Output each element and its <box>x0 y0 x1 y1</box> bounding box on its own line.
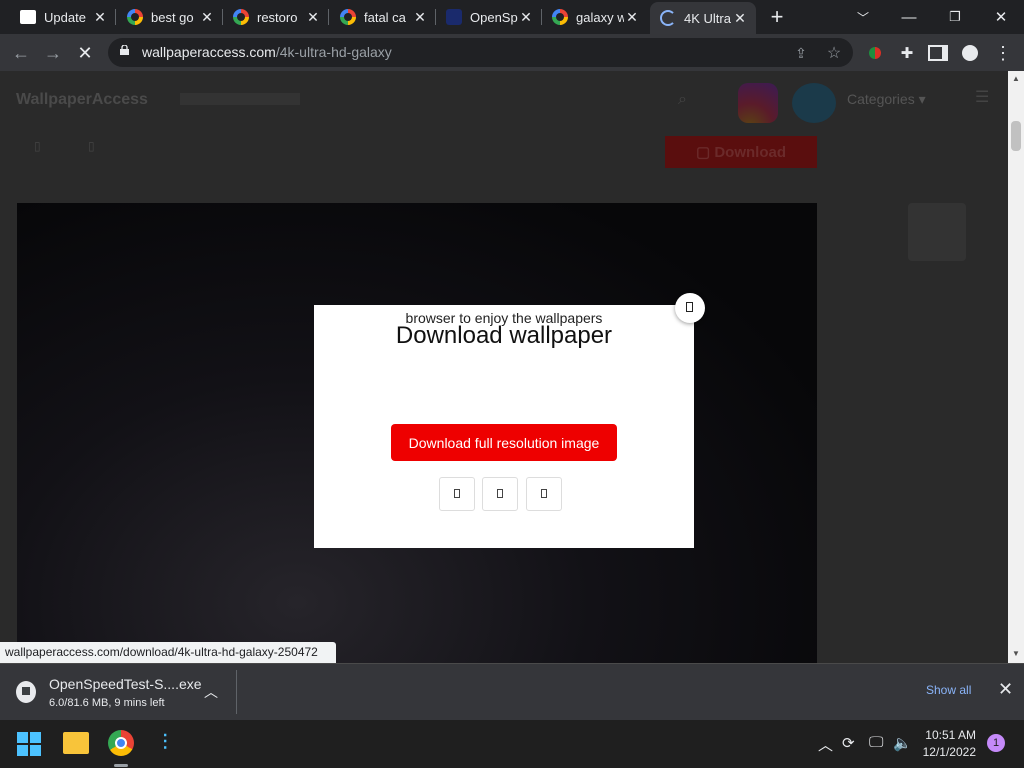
lock-icon <box>120 45 129 55</box>
notification-badge[interactable]: 1 <box>987 734 1005 752</box>
back-arrow-icon[interactable]: ← <box>8 40 34 66</box>
bookmark-star-icon[interactable]: ☆ <box>821 40 847 66</box>
share-button[interactable] <box>526 477 562 511</box>
close-icon <box>686 302 693 312</box>
minimize-icon[interactable]: — <box>886 0 932 34</box>
clock-date[interactable]: 12/1/2022 <box>920 745 976 759</box>
share-icon <box>454 489 460 498</box>
twitter-icon[interactable] <box>792 83 836 123</box>
tab-fatal-ca[interactable]: fatal ca ✕ <box>330 0 436 34</box>
extensions-puzzle-icon[interactable]: ✚ <box>894 40 920 66</box>
close-tab-icon[interactable]: ✕ <box>732 10 748 27</box>
loading-spinner-icon <box>660 10 676 26</box>
volume-icon[interactable]: 🔈 <box>893 734 912 752</box>
openspeedtest-favicon-icon <box>446 9 462 25</box>
tray-chevron-up-icon[interactable]: ︿ <box>818 734 833 755</box>
download-progress: 6.0/81.6 MB, 9 mins left <box>49 697 165 709</box>
address-bar[interactable]: wallpaperaccess.com/4k-ultra-hd-galaxy ⇪… <box>108 38 853 67</box>
site-logo[interactable]: WallpaperAccess <box>16 91 148 109</box>
search-box[interactable] <box>180 93 300 105</box>
side-widget[interactable] <box>908 203 966 261</box>
share-button[interactable] <box>439 477 475 511</box>
close-tab-icon[interactable]: ✕ <box>412 9 428 26</box>
new-tab-plus-icon[interactable]: + <box>760 0 794 34</box>
tab-strip: Update ✕ best go ✕ restoro ✕ fatal ca ✕ … <box>0 0 1024 34</box>
scroll-down-arrow-icon[interactable]: ▼ <box>1012 649 1020 658</box>
file-explorer-icon[interactable] <box>63 732 89 754</box>
sync-icon[interactable]: ⟳ <box>842 734 855 752</box>
chevron-up-icon[interactable]: ︿ <box>204 682 218 702</box>
tab-update[interactable]: Update ✕ <box>10 0 116 34</box>
ps-favicon-icon <box>20 10 36 24</box>
url-text: wallpaperaccess.com/4k-ultra-hd-galaxy <box>142 44 392 60</box>
chrome-icon[interactable] <box>108 730 134 756</box>
share-icon <box>497 489 503 498</box>
side-panel-icon[interactable] <box>925 40 951 66</box>
google-favicon-icon <box>233 9 249 25</box>
tab-search-chevron-icon[interactable]: ﹀ <box>840 0 886 34</box>
close-tab-icon[interactable]: ✕ <box>624 9 640 26</box>
file-icon <box>16 681 36 703</box>
download-button[interactable]: ▢ Download <box>665 136 817 168</box>
google-favicon-icon <box>340 9 356 25</box>
web-page: WallpaperAccess ⌕ Categories ▾ ☰ ▯ ▯ ▢ D… <box>0 71 1008 663</box>
forward-arrow-icon[interactable]: → <box>40 40 66 66</box>
tab-restoro[interactable]: restoro ✕ <box>223 0 329 34</box>
network-icon[interactable]: 🖵 <box>869 734 883 751</box>
browser-toolbar: ← → ✕ wallpaperaccess.com/4k-ultra-hd-ga… <box>0 34 1024 71</box>
restore-icon[interactable]: ❐ <box>932 0 978 34</box>
page-nav-icon[interactable]: ▯ <box>88 139 95 153</box>
page-scrollbar[interactable]: ▲ ▼ <box>1008 71 1024 663</box>
tab-4k-ultra[interactable]: 4K Ultra ✕ <box>650 2 756 34</box>
scroll-up-arrow-icon[interactable]: ▲ <box>1012 74 1020 83</box>
tab-opensp[interactable]: OpenSp ✕ <box>436 0 542 34</box>
close-download-bar-icon[interactable]: ✕ <box>998 679 1013 700</box>
taskbar: ⫶ ︿ ⟳ 🖵 🔈 10:51 AM 12/1/2022 1 <box>0 720 1024 768</box>
menu-kebab-icon[interactable]: ⋮ <box>990 40 1016 66</box>
close-tab-icon[interactable]: ✕ <box>199 9 215 26</box>
share-button[interactable] <box>482 477 518 511</box>
windows-start-icon[interactable] <box>17 732 41 756</box>
page-nav-icon[interactable]: ▯ <box>34 139 41 153</box>
tab-galaxy-w[interactable]: galaxy w ✕ <box>542 0 648 34</box>
close-tab-icon[interactable]: ✕ <box>92 9 108 26</box>
clock-time[interactable]: 10:51 AM <box>920 728 976 742</box>
divider <box>236 670 237 714</box>
instagram-icon[interactable] <box>738 83 778 123</box>
profile-avatar-icon[interactable] <box>957 40 983 66</box>
extension-icon[interactable] <box>862 40 888 66</box>
show-all-link[interactable]: Show all <box>926 683 971 697</box>
google-favicon-icon <box>127 9 143 25</box>
close-tab-icon[interactable]: ✕ <box>305 9 321 26</box>
download-full-resolution-button[interactable]: Download full resolution image <box>391 424 617 461</box>
categories-menu[interactable]: Categories ▾ <box>847 91 926 108</box>
download-bar: OpenSpeedTest-S....exe 6.0/81.6 MB, 9 mi… <box>0 663 1024 720</box>
status-bar-url: wallpaperaccess.com/download/4k-ultra-hd… <box>0 642 336 663</box>
google-favicon-icon <box>552 9 568 25</box>
download-modal: browser to enjoy the wallpapers Download… <box>314 305 694 548</box>
share-icon <box>541 489 547 498</box>
modal-close-button[interactable] <box>675 293 705 323</box>
search-icon[interactable]: ⌕ <box>678 91 687 109</box>
share-icon[interactable]: ⇪ <box>788 40 814 66</box>
stop-loading-icon[interactable]: ✕ <box>72 40 98 66</box>
mixer-app-icon[interactable]: ⫶ <box>152 730 178 756</box>
hamburger-menu-icon[interactable]: ☰ <box>975 87 989 107</box>
scrollbar-thumb[interactable] <box>1011 121 1021 151</box>
active-app-indicator <box>114 764 128 767</box>
close-window-icon[interactable]: ✕ <box>978 0 1024 34</box>
close-tab-icon[interactable]: ✕ <box>518 9 534 26</box>
tab-best-go[interactable]: best go ✕ <box>117 0 223 34</box>
download-file-name[interactable]: OpenSpeedTest-S....exe <box>49 676 202 692</box>
modal-title: Download wallpaper <box>395 322 613 349</box>
